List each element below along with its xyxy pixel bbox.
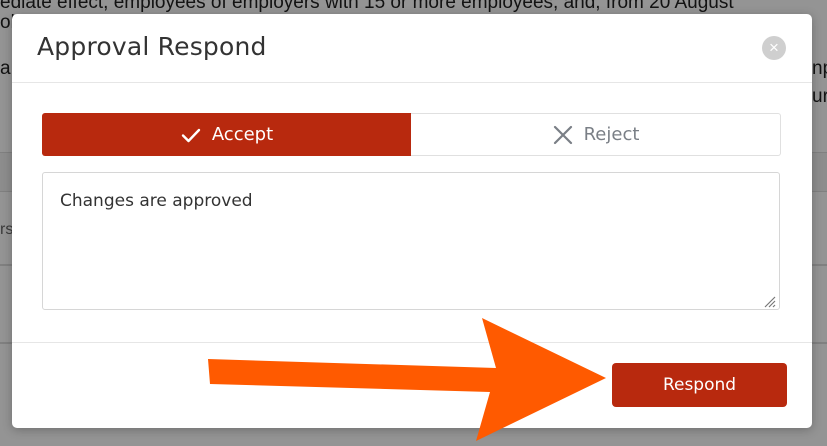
resize-grip-icon[interactable] <box>762 294 776 308</box>
check-icon <box>181 128 201 142</box>
response-toggle: Accept Reject <box>42 113 781 156</box>
reject-button[interactable]: Reject <box>411 113 781 156</box>
dialog-title: Approval Respond <box>37 32 267 61</box>
approval-dialog: Approval Respond × Accept Reject Changes… <box>12 14 812 428</box>
close-button[interactable]: × <box>762 36 786 60</box>
comment-textarea[interactable]: Changes are approved <box>42 172 780 310</box>
accept-label: Accept <box>211 124 274 145</box>
reject-label: Reject <box>583 124 640 145</box>
dialog-footer <box>12 342 812 343</box>
respond-button[interactable]: Respond <box>612 363 787 407</box>
x-icon <box>553 125 572 144</box>
accept-button[interactable]: Accept <box>42 113 411 156</box>
dialog-header: Approval Respond × <box>12 14 812 83</box>
close-icon: × <box>769 38 779 57</box>
